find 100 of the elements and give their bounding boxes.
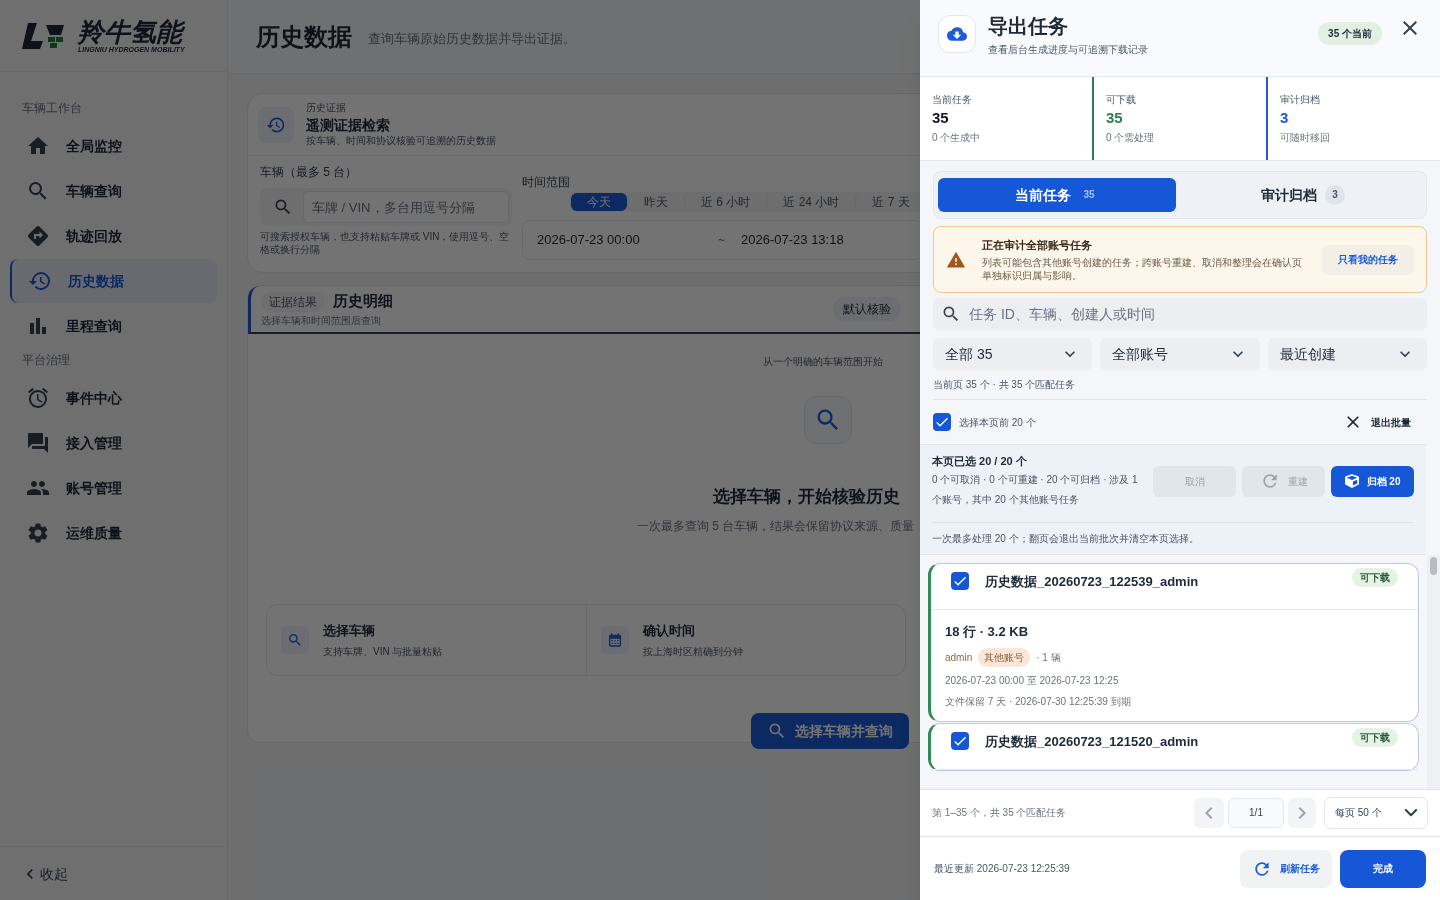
card-title: 遥测证据检索 <box>306 115 391 135</box>
nav-item[interactable]: 车辆查询 <box>10 169 217 213</box>
chevron-down-icon <box>1405 808 1417 817</box>
page-indicator: 1/1 <box>1228 797 1284 828</box>
task-owner: admin <box>945 650 973 665</box>
task-name: 历史数据_20260723_121520_admin <box>985 732 1199 751</box>
start-time-field[interactable]: 2026-07-23 00:00 <box>523 230 718 250</box>
nav-group-title: 车辆工作台 <box>21 100 83 116</box>
stat-note: 0 个需处理 <box>1106 130 1156 145</box>
exit-batch-button[interactable]: 退出批量 <box>1343 412 1411 432</box>
nav-item[interactable]: 账号管理 <box>10 466 217 510</box>
settings-icon <box>26 521 50 545</box>
stat-note: 0 个生成中 <box>932 130 982 145</box>
checkbox[interactable] <box>933 413 951 431</box>
range-separator: ~ <box>718 232 725 248</box>
query-button[interactable]: 选择车辆并查询 <box>751 713 909 749</box>
task-range: 2026-07-23 00:00 至 2026-07-23 12:25 <box>945 673 1120 688</box>
page-title: 历史数据 <box>256 21 352 52</box>
owner-tag: 其他账号 <box>978 647 1031 667</box>
direction-sign-icon <box>26 224 50 248</box>
filter-dropdown[interactable]: 最近创建 <box>1267 338 1427 370</box>
drawer-subtitle: 查看后台生成进度与可追溯下载记录 <box>988 43 1148 57</box>
nav-item[interactable]: 历史数据 <box>10 259 217 303</box>
time-preset[interactable]: 昨天 <box>627 193 684 211</box>
history-icon <box>28 269 52 293</box>
scrollbar-thumb[interactable] <box>1430 557 1437 575</box>
time-preset[interactable]: 近 24 小时 <box>766 193 856 211</box>
chat-bubbles-icon <box>26 431 50 455</box>
nav-item[interactable]: 全局监控 <box>10 124 217 168</box>
nav-item[interactable]: 里程查询 <box>10 304 217 348</box>
checkbox[interactable] <box>951 572 969 590</box>
status-badge: 可下载 <box>1352 568 1398 587</box>
step-text: 支持车牌、VIN 与批量粘贴 <box>323 645 443 660</box>
notice-title: 正在审计全部账号任务 <box>982 238 1093 254</box>
drawer-tab[interactable]: 审计归档 3 <box>1184 178 1422 212</box>
page-size-dropdown[interactable]: 每页 50 个 <box>1324 796 1428 829</box>
search-icon <box>287 632 303 648</box>
search-icon <box>273 197 293 217</box>
page-subtitle: 查询车辆原始历史数据并导出证据。 <box>368 29 576 48</box>
stat-value: 3 <box>1280 108 1290 129</box>
time-preset[interactable]: 近 6 小时 <box>684 193 767 211</box>
search-icon <box>941 304 961 324</box>
notice-text: 列表可能包含其他账号创建的任务；跨账号重建、取消和整理会在确认页单独标识归属与影响。 <box>982 255 1302 282</box>
task-name: 历史数据_20260723_122539_admin <box>985 573 1199 591</box>
task-retention: 文件保留 7 天 · 2026-07-30 12:25:39 到期 <box>945 694 1132 709</box>
cloud-download-icon <box>947 24 967 44</box>
count-badge: 35 个当前 <box>1318 22 1382 45</box>
end-time-field[interactable]: 2026-07-23 13:18 <box>725 230 860 250</box>
collapse-button[interactable]: 收起 <box>24 863 68 884</box>
done-button[interactable]: 完成 <box>1340 849 1426 888</box>
nav-item[interactable]: 运维质量 <box>10 511 217 555</box>
stat-label: 可下载 <box>1106 93 1137 108</box>
empty-title: 选择车辆，开始核验历史 <box>713 486 900 508</box>
mode-badge: 默认核验 <box>833 297 901 321</box>
task-size: 18 行 · 3.2 KB <box>945 623 1030 641</box>
field-hint: 可搜索授权车辆，也支持粘贴车牌或 VIN，使用逗号、空格或换行分隔 <box>260 230 511 256</box>
refresh-button[interactable]: 刷新任务 <box>1240 849 1332 888</box>
card-eyebrow: 历史证据 <box>306 102 347 115</box>
step-title: 确认时间 <box>642 621 696 640</box>
batch-title: 本页已选 20 / 20 个 <box>932 454 1028 469</box>
drawer-tab[interactable]: 当前任务 35 <box>938 178 1176 212</box>
alarm-clock-icon <box>26 386 50 410</box>
vehicle-search-field[interactable]: 车牌 / VIN，多台用逗号分隔 <box>303 191 509 223</box>
nav-group-title: 平台治理 <box>21 352 71 368</box>
filter-dropdown[interactable]: 全部账号 <box>1100 338 1260 370</box>
batch-action-button[interactable]: 归档 20 <box>1331 465 1414 497</box>
card-subtitle: 按车辆、时间和协议核验可追溯的历史数据 <box>306 134 496 147</box>
stat-label: 审计归档 <box>1280 93 1321 108</box>
task-card[interactable]: 历史数据_20260723_122539_admin 可下载 18 行 · 3.2 KB admin 其他账号 · 1 辆 2026-07-23 00:00 至 2026-07-23 12:25 文件保留 7 天 · 2026-07-30 12:25:39 到期 <box>928 563 1419 722</box>
stat-label: 当前任务 <box>932 93 973 108</box>
cube-icon <box>1344 474 1359 489</box>
stat-note: 可随时移回 <box>1280 130 1331 145</box>
pager-summary: 第 1–35 个，共 35 个匹配任务 <box>932 806 1067 820</box>
last-updated: 最近更新 2026-07-23 12:25:39 <box>934 862 1070 876</box>
batch-text: 0 个可取消 · 0 个可重建 · 20 个可归档 · 涉及 1 个账号，其中 20 个其他账号任务 <box>932 472 1139 507</box>
result-badge: 证据结果 <box>261 291 325 312</box>
vehicle-count: · 1 辆 <box>1036 650 1061 665</box>
stat-value: 35 <box>1106 108 1124 129</box>
nav-item[interactable]: 接入管理 <box>10 421 217 465</box>
search-icon <box>767 721 787 741</box>
task-search-input[interactable]: 任务 ID、车辆、创建人或时间 <box>969 304 1419 324</box>
stat-value: 35 <box>932 108 950 129</box>
nav-item[interactable]: 轨迹回放 <box>10 214 217 258</box>
result-title: 历史明细 <box>333 291 393 312</box>
logo-name: 羚牛氢能 <box>78 18 185 46</box>
field-label: 车辆（最多 5 台） <box>260 164 359 180</box>
task-search-field[interactable]: 任务 ID、车辆、创建人或时间 <box>933 298 1427 330</box>
step-title: 选择车辆 <box>323 621 376 640</box>
status-badge: 可下载 <box>1352 727 1398 747</box>
task-card[interactable]: 历史数据_20260723_121520_admin 可下载 <box>928 722 1419 771</box>
field-label: 时间范围 <box>522 174 571 190</box>
time-preset[interactable]: 今天 <box>571 193 627 211</box>
drawer-title: 导出任务 <box>988 14 1069 39</box>
calendar-icon <box>606 632 623 648</box>
filter-dropdown[interactable]: 全部 35 <box>933 338 1093 370</box>
result-summary: 当前页 35 个 · 共 35 个匹配任务 <box>933 377 1427 400</box>
checkbox[interactable] <box>951 731 969 750</box>
nav-item[interactable]: 事件中心 <box>10 376 217 420</box>
select-page-label: 选择本页前 20 个 <box>959 415 1036 430</box>
my-tasks-button[interactable]: 只看我的任务 <box>1322 244 1414 275</box>
